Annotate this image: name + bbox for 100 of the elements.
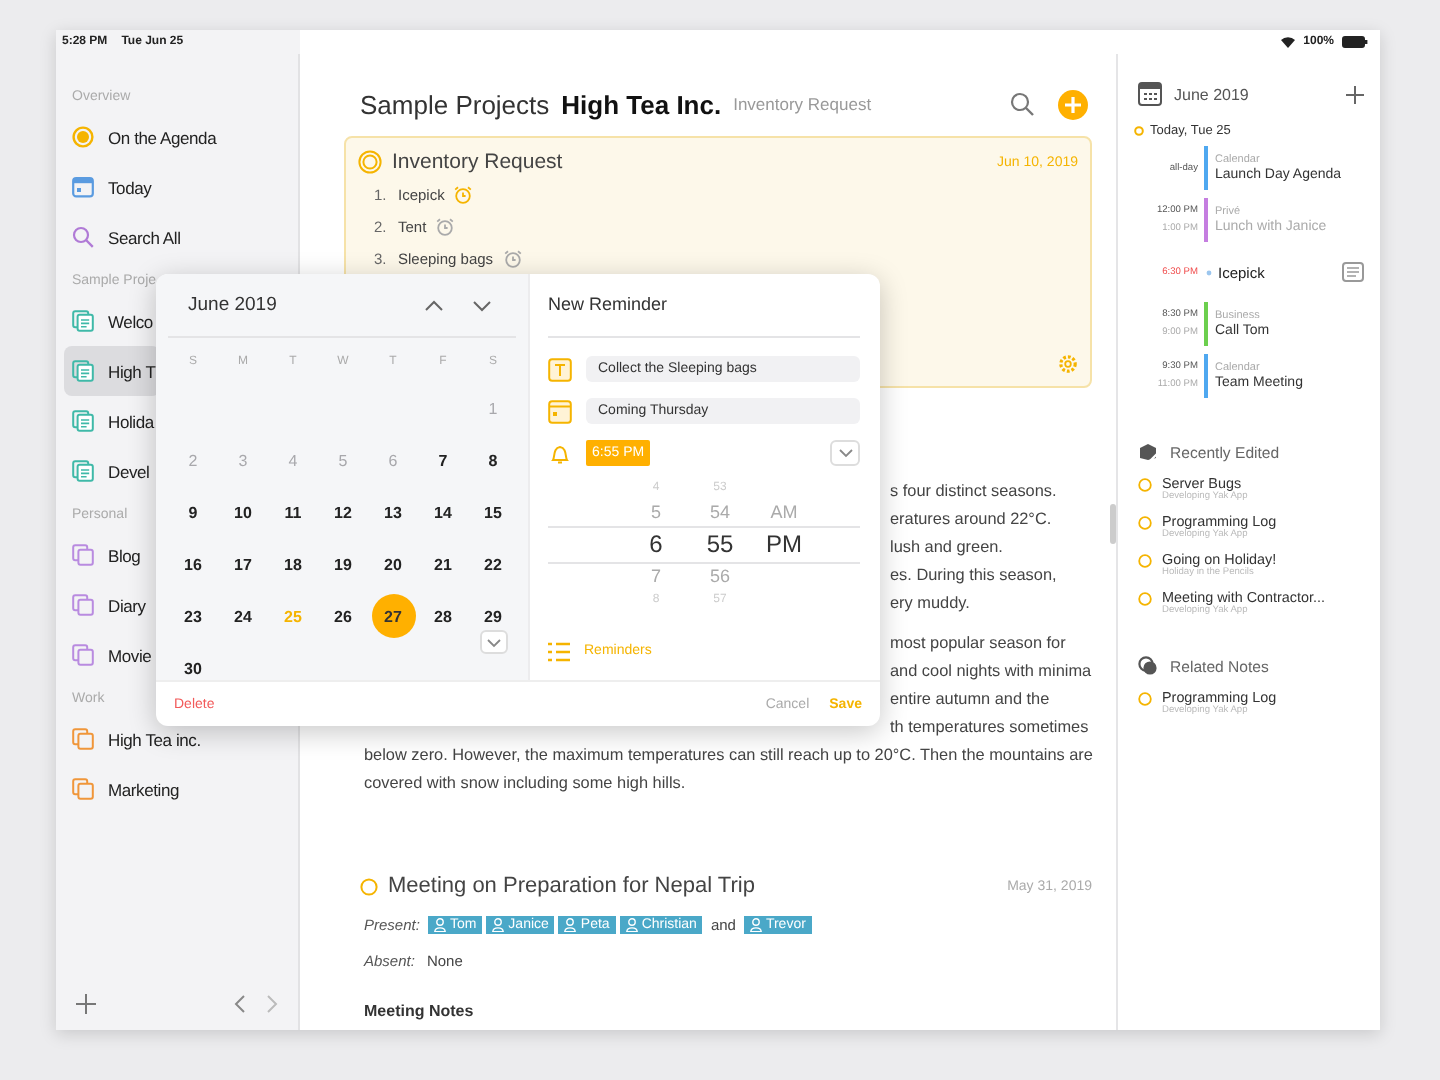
sidebar-item[interactable]: Diary: [64, 580, 150, 630]
calendar-day[interactable]: 8: [471, 438, 515, 482]
expand-button[interactable]: [479, 630, 507, 654]
person-icon: [564, 918, 577, 932]
paragraph-line: below zero. However, the maximum temperatures can still reach up to 20°C. Then the mountains are: [364, 746, 1093, 764]
person-icon: [749, 918, 762, 932]
picker-value: 54: [709, 499, 730, 525]
picker-value: 7: [650, 563, 661, 589]
paragraph-line: most popular season for: [890, 634, 1066, 652]
person-icon: [625, 918, 638, 932]
note-title: Inventory Request: [392, 150, 563, 174]
calendar-icon: [548, 399, 572, 423]
add-icon[interactable]: [76, 994, 96, 1014]
chevron-down-icon[interactable]: [472, 299, 492, 311]
paragraph-line: entire autumn and the: [890, 690, 1050, 708]
calendar-day[interactable]: 10: [221, 490, 265, 534]
dot-icon: [1134, 126, 1144, 136]
linked-circles-icon: [1138, 656, 1158, 676]
sidebar-item[interactable]: Search All: [64, 212, 185, 262]
calendar-day[interactable]: 21: [421, 542, 465, 586]
search-icon[interactable]: [1010, 92, 1034, 116]
calendar-day[interactable]: 13: [371, 490, 415, 534]
calendar-day[interactable]: 11: [271, 490, 315, 534]
bell-icon: [548, 441, 572, 465]
circle-icon: [1138, 554, 1152, 568]
meeting-title: Meeting on Preparation for Nepal Trip: [388, 874, 755, 898]
list-icon: [548, 641, 570, 661]
paragraph-line: and cool nights with minima: [890, 662, 1092, 680]
calendar-day[interactable]: 7: [421, 438, 465, 482]
calendar-day[interactable]: 22: [471, 542, 515, 586]
calendar-day[interactable]: 24: [221, 594, 265, 638]
popover-title: New Reminder: [548, 274, 860, 338]
settings-icon[interactable]: [1058, 354, 1078, 374]
sidebar-item[interactable]: Welco: [64, 296, 157, 346]
section-heading: Meeting Notes: [362, 1002, 476, 1020]
sidebar-item[interactable]: Holida: [64, 396, 158, 446]
note-icon[interactable]: [1342, 262, 1364, 282]
person-icon: [433, 918, 446, 932]
chevron-down-icon: [837, 448, 853, 458]
picker-value: 55: [706, 528, 734, 562]
calendar-day[interactable]: 29: [471, 594, 515, 638]
picker-value: 6: [649, 528, 663, 562]
page-title: High Tea Inc.: [561, 89, 722, 119]
paragraph-line: eratures around 22°C.: [890, 510, 1052, 528]
battery-icon: [1342, 36, 1368, 48]
forward-icon[interactable]: [266, 994, 278, 1014]
sidebar-item[interactable]: Movie: [64, 630, 156, 680]
sidebar-item[interactable]: Blog: [64, 530, 145, 580]
paragraph-line: covered with snow including some high hills.: [364, 774, 686, 792]
calendar-month: June 2019: [188, 294, 277, 316]
alarm-clock-icon[interactable]: [503, 249, 522, 267]
calendar-day[interactable]: 12: [321, 490, 365, 534]
calendar-day[interactable]: 9: [171, 490, 215, 534]
calendar-day[interactable]: 28: [421, 594, 465, 638]
calendar-day[interactable]: 16: [171, 542, 215, 586]
breadcrumb-link[interactable]: Sample Projects: [360, 89, 550, 119]
paragraph-line: es. During this season,: [890, 566, 1057, 584]
picker-value: 56: [709, 563, 730, 589]
circle-icon: [1138, 692, 1152, 706]
sidebar-item[interactable]: High T: [64, 346, 160, 396]
chevron-down-icon: [485, 637, 501, 647]
calendar-day[interactable]: 27: [371, 594, 415, 638]
paragraph-line: ery muddy.: [890, 594, 970, 612]
back-icon[interactable]: [234, 994, 246, 1014]
text-icon: [548, 357, 572, 381]
picker-value: PM: [766, 528, 802, 562]
calendar-day[interactable]: 18: [271, 542, 315, 586]
alarm-clock-icon[interactable]: [454, 185, 473, 203]
chevron-up-icon[interactable]: [424, 299, 444, 311]
calendar-day[interactable]: 19: [321, 542, 365, 586]
calendar-day[interactable]: 23: [171, 594, 215, 638]
alarm-clock-icon[interactable]: [436, 217, 455, 235]
circle-icon: [1138, 478, 1152, 492]
calendar-icon: [1138, 82, 1162, 106]
picker-value: 5: [650, 499, 661, 525]
page-subtitle: Inventory Request: [733, 94, 872, 114]
add-icon[interactable]: [1346, 85, 1364, 103]
paragraph-line: s four distinct seasons.: [890, 482, 1057, 500]
rings-icon: [358, 150, 382, 174]
circle-icon: [1138, 592, 1152, 606]
paragraph-line: lush and green.: [890, 538, 1003, 556]
scroll-thumb[interactable]: [1110, 504, 1116, 544]
calendar-day[interactable]: 20: [371, 542, 415, 586]
dropdown-button[interactable]: [830, 440, 860, 466]
calendar-day[interactable]: 17: [221, 542, 265, 586]
wifi-icon: [1279, 36, 1296, 48]
sidebar-item[interactable]: Marketing: [64, 764, 184, 814]
sidebar-item[interactable]: Today: [64, 162, 156, 212]
circle-icon: [1138, 516, 1152, 530]
sidebar-item[interactable]: On the Agenda: [64, 112, 221, 162]
calendar-day[interactable]: 14: [421, 490, 465, 534]
dot-icon: [1206, 269, 1212, 275]
calendar-day[interactable]: 30: [171, 646, 215, 690]
calendar-day[interactable]: 26: [321, 594, 365, 638]
calendar-day[interactable]: 15: [471, 490, 515, 534]
circle-icon: [360, 877, 378, 895]
picker-value: AM: [770, 499, 798, 525]
sidebar-item[interactable]: Devel: [64, 446, 154, 496]
sidebar-item[interactable]: High Tea inc.: [64, 714, 205, 764]
person-icon: [492, 918, 505, 932]
